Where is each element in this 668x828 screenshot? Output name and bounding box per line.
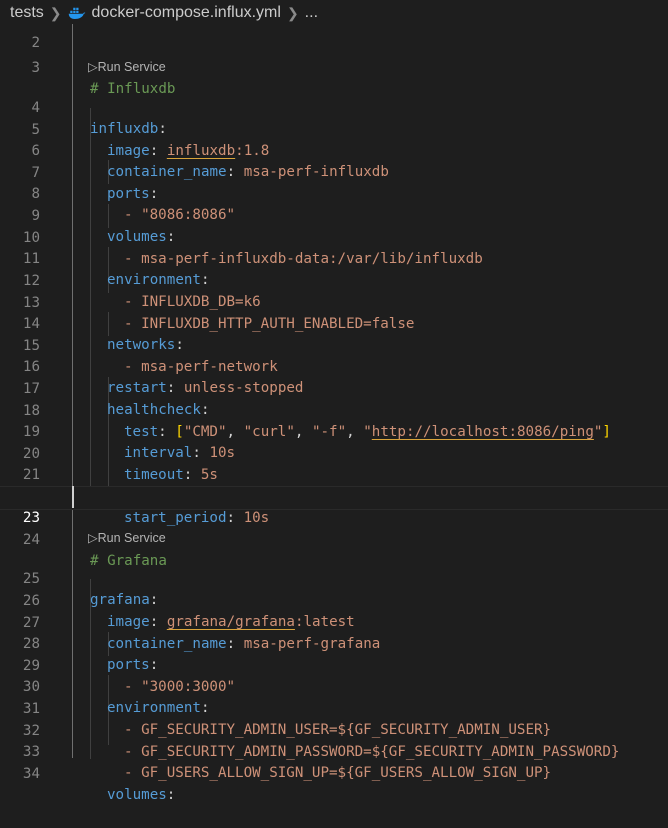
code-line: 24 # Grafana — [0, 508, 668, 570]
code-line: 3 # Influxdb — [0, 36, 668, 98]
line-number: 34 — [22, 765, 40, 782]
yaml-value: - GF_USERS_ALLOW_SIGN_UP=${GF_USERS_ALLO… — [124, 765, 552, 782]
code-line: 29 - "3000:3000" — [0, 634, 668, 696]
code-line: 22 start_period: 10s — [0, 465, 668, 527]
code-line: 4 influxdb: — [0, 76, 668, 138]
code-line: 2 — [0, 11, 668, 51]
code-line: 20 timeout: 5s — [0, 422, 668, 484]
play-icon: ▷ — [88, 531, 98, 545]
code-line: 11 environment: — [0, 227, 668, 289]
code-line: 12 - INFLUXDB_DB=k6 — [0, 249, 668, 311]
code-editor[interactable]: 2 3 # Influxdb ▷Run Service 4 influxdb: … — [0, 24, 668, 803]
run-service-codelens[interactable]: ▷Run Service — [88, 529, 166, 547]
code-line: 10 - msa-perf-influxdb-data:/var/lib/inf… — [0, 206, 668, 268]
code-line: 34 volumes: — [0, 742, 668, 804]
code-line: 17 healthcheck: — [0, 357, 668, 419]
code-line: 13 - INFLUXDB_HTTP_AUTH_ENABLED=false — [0, 271, 668, 333]
code-line: 28 ports: — [0, 612, 668, 674]
code-line: 19 interval: 10s — [0, 400, 668, 462]
code-line: 9 volumes: — [0, 184, 668, 246]
text-cursor — [72, 486, 74, 508]
code-line: 7 ports: — [0, 141, 668, 203]
code-line: 21 retries: 5 — [0, 443, 668, 505]
code-line: 16 restart: unless-stopped — [0, 335, 668, 397]
run-service-codelens[interactable]: ▷Run Service — [88, 58, 166, 76]
run-service-label: Run Service — [97, 60, 166, 74]
code-line: 26 image: grafana/grafana:latest — [0, 569, 668, 631]
code-line: 6 container_name: msa-perf-influxdb — [0, 119, 668, 181]
code-line: 18 test: ["CMD", "curl", "-f", "http://l… — [0, 379, 668, 441]
code-line: 5 image: influxdb:1.8 — [0, 98, 668, 160]
yaml-key: volumes — [107, 787, 167, 804]
code-line: 32 - GF_SECURITY_ADMIN_PASSWORD=${GF_SEC… — [0, 699, 668, 761]
code-line: 23 — [0, 486, 668, 526]
code-line: 30 environment: — [0, 655, 668, 717]
code-line: 25 grafana: — [0, 547, 668, 609]
run-service-label: Run Service — [97, 531, 166, 545]
code-line: 31 - GF_SECURITY_ADMIN_USER=${GF_SECURIT… — [0, 677, 668, 739]
code-line: 27 container_name: msa-perf-grafana — [0, 591, 668, 653]
code-line: 14 networks: — [0, 292, 668, 354]
code-line: 8 - "8086:8086" — [0, 162, 668, 224]
code-line: 15 - msa-perf-network — [0, 314, 668, 376]
play-icon: ▷ — [88, 60, 98, 74]
code-line: 33 - GF_USERS_ALLOW_SIGN_UP=${GF_USERS_A… — [0, 720, 668, 782]
